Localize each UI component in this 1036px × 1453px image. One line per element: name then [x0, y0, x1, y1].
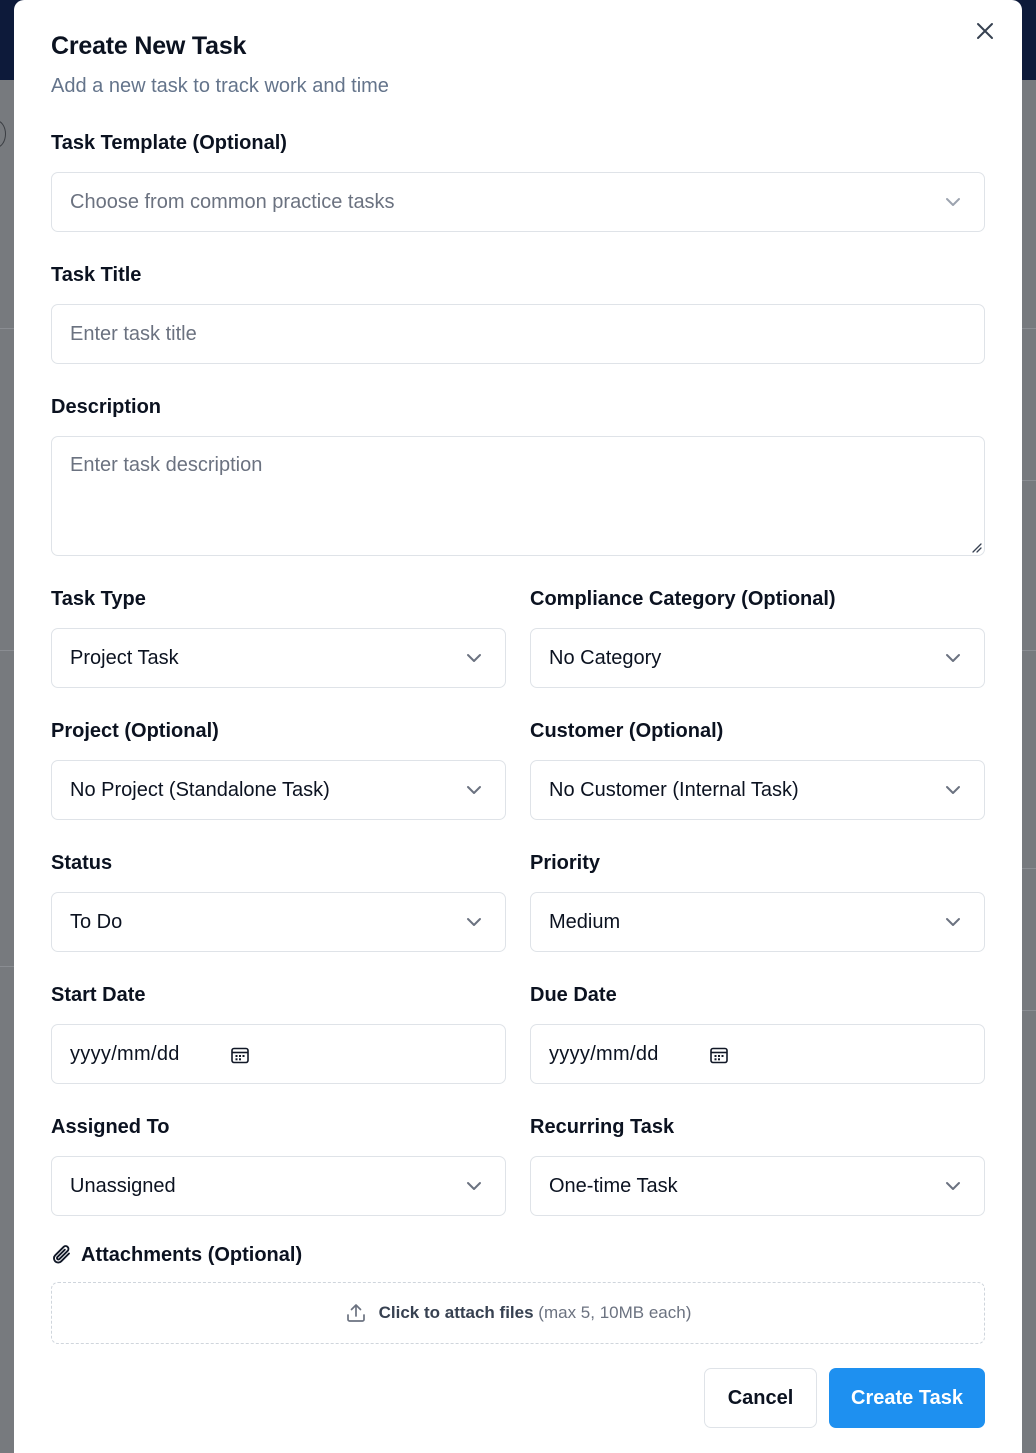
attachments-label: Attachments (Optional) [81, 1243, 303, 1266]
priority-label: Priority [530, 852, 601, 874]
dialog-subtitle: Add a new task to track work and time [51, 75, 389, 97]
task-template-select[interactable]: Choose from common practice tasks [51, 172, 985, 232]
customer-label: Customer (Optional) [530, 720, 724, 742]
task-title-label: Task Title [51, 264, 142, 286]
chevron-down-icon [946, 654, 960, 662]
status-select[interactable]: To Do [51, 892, 506, 952]
dialog-title: Create New Task [51, 32, 247, 60]
recurring-task-label: Recurring Task [530, 1116, 675, 1138]
chevron-down-icon [946, 198, 960, 206]
start-date-placeholder: yyyy/mm/dd [70, 1042, 180, 1065]
description-label: Description [51, 396, 162, 418]
paperclip-icon [53, 1245, 70, 1264]
task-type-select[interactable]: Project Task [51, 628, 506, 688]
task-title-input[interactable]: Enter task title [51, 304, 985, 364]
resize-handle-icon[interactable] [970, 541, 982, 553]
create-task-dialog: Create New Task Add a new task to track … [14, 0, 1022, 1453]
task-template-placeholder: Choose from common practice tasks [70, 190, 395, 213]
priority-select[interactable]: Medium [530, 892, 985, 952]
background-divider [0, 650, 14, 651]
attach-files-action: Click to attach files [378, 1303, 534, 1322]
compliance-category-value: No Category [549, 646, 662, 669]
task-template-label: Task Template (Optional) [51, 132, 287, 154]
upload-icon [346, 1304, 365, 1322]
chevron-down-icon [467, 1182, 481, 1190]
chevron-down-icon [946, 786, 960, 794]
project-value: No Project (Standalone Task) [70, 778, 330, 801]
close-icon [977, 23, 993, 39]
create-task-button[interactable]: Create Task [829, 1368, 985, 1428]
compliance-category-select[interactable]: No Category [530, 628, 985, 688]
assigned-to-label: Assigned To [51, 1116, 170, 1138]
due-date-input[interactable]: yyyy/mm/dd [530, 1024, 985, 1084]
background-divider [0, 328, 14, 329]
due-date-placeholder: yyyy/mm/dd [549, 1042, 659, 1065]
start-date-label: Start Date [51, 984, 146, 1006]
recurring-task-value: One-time Task [549, 1174, 678, 1197]
task-type-label: Task Type [51, 588, 146, 610]
task-type-value: Project Task [70, 646, 179, 669]
status-value: To Do [70, 910, 123, 933]
customer-value: No Customer (Internal Task) [549, 778, 799, 801]
background-circle [0, 120, 6, 148]
assigned-to-value: Unassigned [70, 1174, 176, 1197]
compliance-category-label: Compliance Category (Optional) [530, 588, 836, 610]
assigned-to-select[interactable]: Unassigned [51, 1156, 506, 1216]
background-divider [0, 966, 14, 967]
cancel-button[interactable]: Cancel [704, 1368, 817, 1428]
task-title-placeholder: Enter task title [70, 322, 197, 345]
chevron-down-icon [946, 1182, 960, 1190]
project-select[interactable]: No Project (Standalone Task) [51, 760, 506, 820]
attachments-dropzone[interactable]: Click to attach files (max 5, 10MB each) [51, 1282, 985, 1344]
calendar-icon[interactable] [709, 1045, 729, 1065]
description-placeholder: Enter task description [70, 454, 263, 476]
chevron-down-icon [946, 918, 960, 926]
due-date-label: Due Date [530, 984, 617, 1006]
project-label: Project (Optional) [51, 720, 219, 742]
priority-value: Medium [549, 910, 621, 933]
chevron-down-icon [467, 786, 481, 794]
attach-files-hint: (max 5, 10MB each) [538, 1303, 692, 1322]
attachments-label-row: Attachments (Optional) [51, 1243, 302, 1267]
close-button[interactable] [974, 20, 996, 42]
start-date-input[interactable]: yyyy/mm/dd [51, 1024, 506, 1084]
customer-select[interactable]: No Customer (Internal Task) [530, 760, 985, 820]
status-label: Status [51, 852, 113, 874]
description-textarea[interactable]: Enter task description [51, 436, 985, 556]
chevron-down-icon [467, 654, 481, 662]
recurring-task-select[interactable]: One-time Task [530, 1156, 985, 1216]
calendar-icon[interactable] [230, 1045, 250, 1065]
chevron-down-icon [467, 918, 481, 926]
